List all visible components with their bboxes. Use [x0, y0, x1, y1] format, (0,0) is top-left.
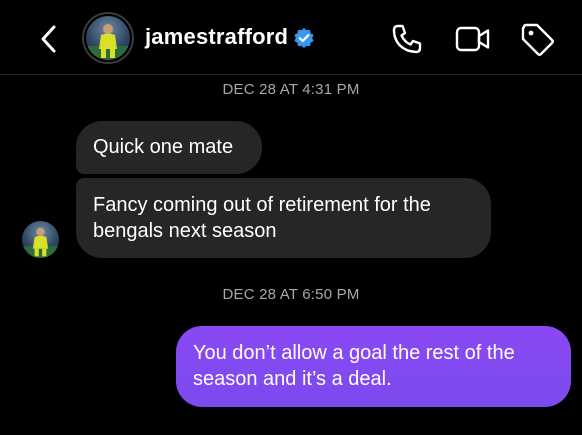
phone-icon[interactable] [390, 22, 424, 56]
message-text-line: Fancy coming out of retirement for the [93, 194, 431, 216]
timestamp: DEC 28 AT 6:50 PM [222, 286, 360, 303]
avatar-image [86, 16, 130, 60]
tag-icon[interactable] [520, 22, 556, 58]
outgoing-message[interactable]: You don’t allow a goal the rest of the s… [176, 326, 571, 407]
incoming-message[interactable]: Fancy coming out of retirement for the b… [76, 178, 491, 258]
chat-header: jamestrafford [0, 0, 582, 75]
back-button[interactable] [34, 22, 62, 56]
message-text-line: You don’t allow a goal the rest of the [193, 342, 515, 364]
message-text-line: season and it’s a deal. [193, 368, 392, 390]
sender-avatar[interactable] [22, 221, 59, 258]
video-call-icon[interactable] [454, 22, 492, 56]
username[interactable]: jamestrafford [145, 24, 288, 50]
timestamp: DEC 28 AT 4:31 PM [222, 81, 360, 98]
incoming-message[interactable]: Quick one mate [76, 121, 262, 174]
message-text: Quick one mate [93, 136, 234, 158]
verified-badge-icon [294, 28, 314, 48]
message-text-line: bengals next season [93, 220, 277, 242]
profile-avatar[interactable] [82, 12, 134, 64]
back-arrow-icon [41, 25, 56, 53]
